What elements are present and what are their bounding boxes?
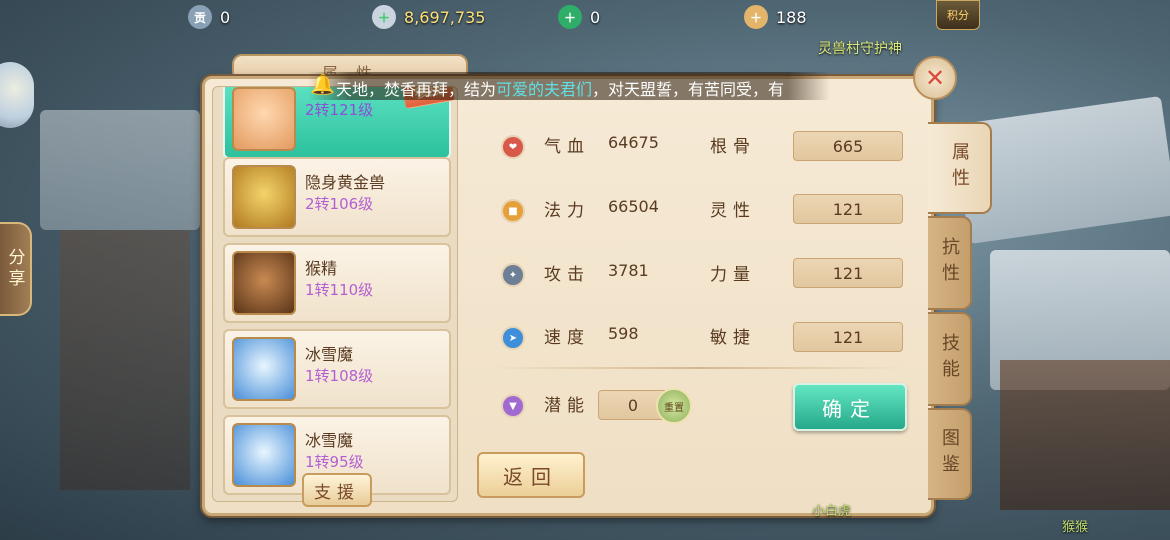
attack-icon: ✦ bbox=[501, 263, 525, 287]
left-menu-orb[interactable] bbox=[0, 62, 34, 128]
stat-value: 64675 bbox=[608, 133, 659, 152]
ice-demon-avatar bbox=[232, 337, 296, 401]
tab-skills[interactable]: 技能 bbox=[928, 312, 972, 406]
potential-icon: ▼ bbox=[501, 394, 525, 418]
stat-label: 法力 bbox=[544, 201, 590, 221]
attr-label: 力量 bbox=[710, 265, 756, 285]
tribute-value: 0 bbox=[220, 7, 231, 27]
pet-level: 2转121级 bbox=[305, 101, 374, 119]
pet-card[interactable]: 猴精 1转110级 bbox=[223, 243, 451, 323]
announcement-prefix: 天地，焚香再拜，结为 bbox=[336, 80, 497, 99]
jade-value: 0 bbox=[590, 7, 601, 27]
points-button[interactable]: 积分 bbox=[936, 0, 980, 30]
npc-name-label: 猴猴 bbox=[1062, 520, 1089, 535]
stat-value: 66504 bbox=[608, 197, 659, 216]
close-button[interactable]: ✕ bbox=[913, 56, 957, 100]
stat-value: 598 bbox=[608, 324, 639, 343]
ticket-value: 188 bbox=[776, 7, 807, 27]
attr-label: 敏捷 bbox=[710, 328, 756, 348]
pet-name: 隐身黄金兽 bbox=[305, 173, 386, 192]
announcement-suffix: ，对天盟誓，有苦同受，有 bbox=[592, 80, 785, 99]
stat-value: 3781 bbox=[608, 261, 649, 280]
speed-icon: ➤ bbox=[501, 326, 525, 350]
pet-name: 冰雪魔 bbox=[305, 431, 354, 450]
pet-list[interactable]: 2转121级 参战 隐身黄金兽 2转106级 猴精 1转110级 冰雪魔 1转1… bbox=[212, 86, 458, 502]
pet-level: 1转108级 bbox=[305, 367, 374, 385]
silver-ingot-icon: ＋ bbox=[372, 5, 396, 29]
ticket-currency[interactable]: ＋ 188 bbox=[744, 4, 807, 30]
close-icon: ✕ bbox=[924, 64, 946, 92]
share-button[interactable]: 分享 bbox=[0, 222, 32, 316]
reset-potential-icon[interactable]: 重置 bbox=[656, 388, 692, 424]
back-button[interactable]: 返回 bbox=[477, 452, 585, 498]
pet-card[interactable]: 冰雪魔 1转108级 bbox=[223, 329, 451, 409]
monkey-avatar bbox=[232, 251, 296, 315]
attr-label: 灵性 bbox=[710, 201, 756, 221]
attr-value-box: 665 bbox=[793, 131, 903, 161]
attr-label: 根骨 bbox=[710, 137, 756, 157]
pet-level: 1转95级 bbox=[305, 453, 364, 471]
silver-currency[interactable]: ＋ 8,697,735 bbox=[372, 4, 485, 30]
attr-value-box: 121 bbox=[793, 322, 903, 352]
pet-level: 2转106级 bbox=[305, 195, 374, 213]
stat-label: 气血 bbox=[544, 137, 590, 157]
tribute-coin-icon: 贡 bbox=[188, 5, 212, 29]
tab-attributes[interactable]: 属性 bbox=[928, 122, 992, 214]
tribute-currency: 贡 0 bbox=[188, 4, 230, 30]
attr-value-box: 121 bbox=[793, 194, 903, 224]
announcement-text: 天地，焚香再拜，结为可爱的夫君们，对天盟誓，有苦同受，有 bbox=[336, 76, 784, 100]
stat-label: 攻击 bbox=[544, 265, 590, 285]
ticket-icon: ＋ bbox=[744, 5, 768, 29]
pet-name: 猴精 bbox=[305, 259, 338, 278]
mp-icon: ■ bbox=[501, 199, 525, 223]
support-button[interactable]: 支援 bbox=[302, 473, 372, 507]
ice-demon-avatar bbox=[232, 423, 296, 487]
potential-label: 潜能 bbox=[544, 396, 590, 416]
golden-beast-avatar bbox=[232, 165, 296, 229]
background-tree bbox=[60, 230, 190, 490]
fairy-avatar bbox=[232, 87, 296, 151]
npc-name-label: 小白虎 bbox=[812, 504, 852, 519]
confirm-button[interactable]: 确定 bbox=[793, 383, 907, 431]
divider bbox=[490, 367, 906, 369]
attr-value-box: 121 bbox=[793, 258, 903, 288]
hp-icon: ❤ bbox=[501, 135, 525, 159]
jade-icon: ＋ bbox=[558, 5, 582, 29]
npc-name-label: 灵兽村守护神 bbox=[818, 41, 902, 57]
jade-currency[interactable]: ＋ 0 bbox=[558, 4, 600, 30]
tab-resistance[interactable]: 抗性 bbox=[928, 216, 972, 310]
silver-value: 8,697,735 bbox=[404, 7, 486, 27]
pet-name: 冰雪魔 bbox=[305, 345, 354, 364]
tab-handbook[interactable]: 图鉴 bbox=[928, 408, 972, 500]
stat-label: 速度 bbox=[544, 328, 590, 348]
currency-bar: 贡 0 ＋ 8,697,735 ＋ 0 ＋ 188 积分 bbox=[0, 0, 1170, 34]
pet-level: 1转110级 bbox=[305, 281, 374, 299]
announcement-highlight: 可爱的夫君们 bbox=[496, 80, 593, 99]
bell-icon: 🔔 bbox=[310, 72, 335, 96]
pet-card[interactable]: 隐身黄金兽 2转106级 bbox=[223, 157, 451, 237]
background-wall bbox=[1000, 360, 1170, 510]
background-roof bbox=[40, 110, 200, 230]
